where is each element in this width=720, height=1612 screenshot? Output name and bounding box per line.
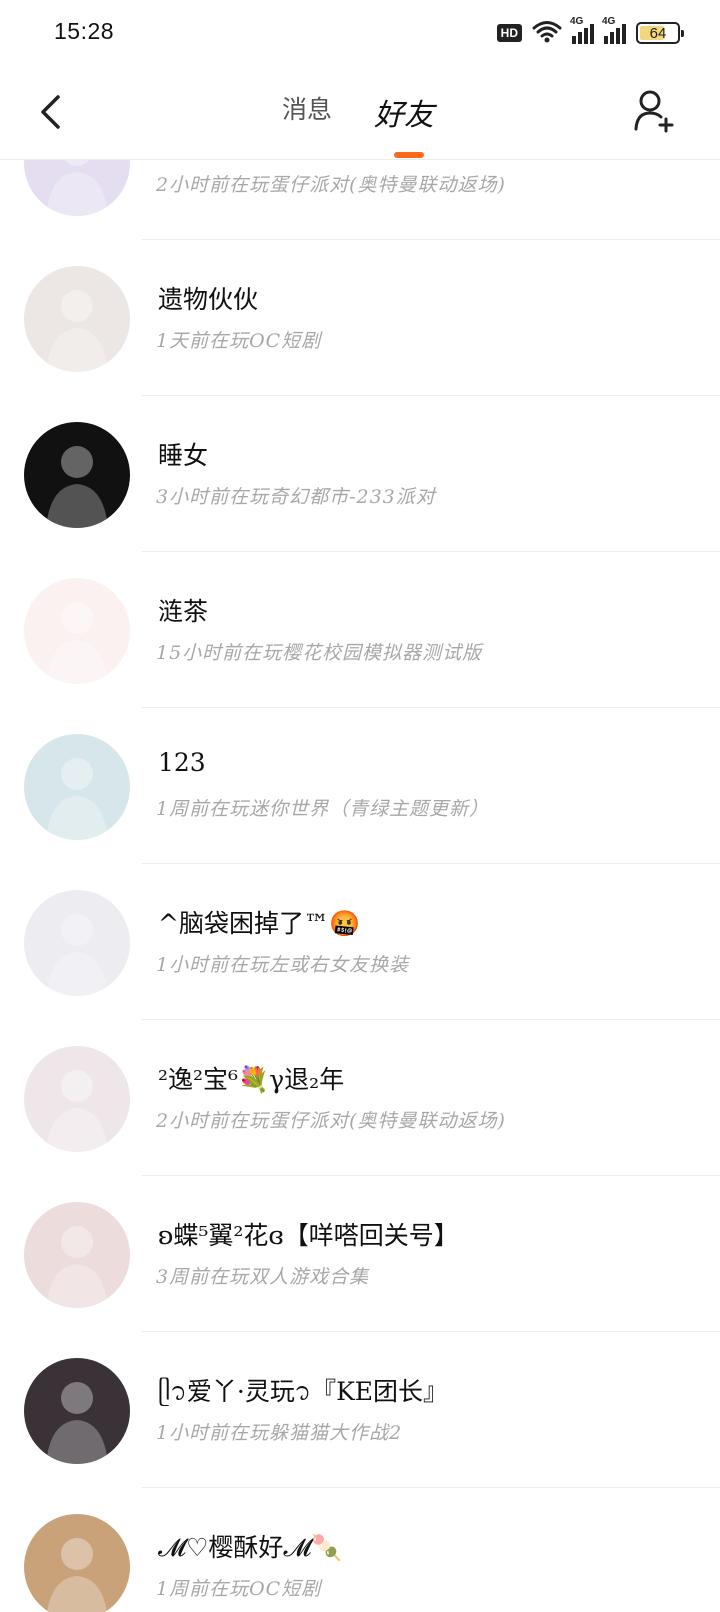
friend-activity: 1周前在玩迷你世界（青绿主题更新）: [156, 798, 490, 820]
avatar[interactable]: [24, 422, 130, 528]
friend-name: 123: [158, 748, 206, 777]
avatar[interactable]: [24, 734, 130, 840]
friend-name: 遗物伙伙: [158, 285, 259, 314]
avatar[interactable]: [24, 160, 130, 216]
avatar[interactable]: [24, 890, 130, 996]
add-friend-button[interactable]: [630, 86, 680, 136]
avatar[interactable]: [24, 266, 130, 372]
friend-item[interactable]: 涟茶 15小时前在玩樱花校园模拟器测试版: [0, 552, 720, 708]
friend-activity: 1周前在玩OC短剧: [156, 1578, 322, 1600]
friend-item[interactable]: 𝓜♡樱酥好𝓜🍡 1周前在玩OC短剧: [0, 1488, 720, 1612]
signal-icon: 4G: [570, 16, 594, 44]
avatar[interactable]: [24, 1514, 130, 1612]
friend-name: 涟茶: [158, 597, 209, 626]
friend-list[interactable]: 2小时前在玩蛋仔派对(奥特曼联动返场) 遗物伙伙 1天前在玩OC短剧 睡女 3小…: [0, 160, 720, 1612]
hd-badge: HD: [496, 24, 522, 42]
add-user-icon: [634, 90, 674, 133]
friend-name: 𝓜♡樱酥好𝓜🍡: [158, 1533, 343, 1562]
friend-name: ᥫ᭡爱丫·灵玩᭡『KE团长』: [158, 1377, 448, 1406]
back-button[interactable]: [30, 90, 70, 134]
avatar[interactable]: [24, 1046, 130, 1152]
chevron-left-icon: [41, 95, 60, 129]
wifi-icon: [532, 19, 562, 47]
tab-friends[interactable]: 好友: [374, 90, 434, 134]
friend-item[interactable]: ʚ蝶⁵翼²花ɞ【咩嗒回关号】 3周前在玩双人游戏合集: [0, 1176, 720, 1332]
friend-activity: 3小时前在玩奇幻都市-233派对: [156, 486, 436, 508]
friend-name: ^脑袋困掉了™🤬: [158, 909, 361, 938]
nav-bar: 消息 好友: [0, 66, 720, 160]
status-icons: HD 4G 4G 64: [496, 16, 684, 47]
friend-item[interactable]: ²逸²宝⁶💐γ退₂年 2小时前在玩蛋仔派对(奥特曼联动返场): [0, 1020, 720, 1176]
friend-activity: 1小时前在玩左或右女友换装: [156, 954, 410, 976]
friend-activity: 1天前在玩OC短剧: [156, 330, 322, 352]
friend-item[interactable]: 遗物伙伙 1天前在玩OC短剧: [0, 240, 720, 396]
friend-activity: 1小时前在玩躲猫猫大作战2: [156, 1422, 403, 1444]
friend-activity: 15小时前在玩樱花校园模拟器测试版: [156, 642, 483, 664]
active-tab-indicator: [394, 152, 424, 158]
friend-name: ²逸²宝⁶💐γ退₂年: [158, 1065, 345, 1094]
friend-item[interactable]: 睡女 3小时前在玩奇幻都市-233派对: [0, 396, 720, 552]
status-time: 15:28: [54, 18, 115, 44]
tab-messages[interactable]: 消息: [282, 90, 332, 126]
friend-activity: 2小时前在玩蛋仔派对(奥特曼联动返场): [156, 1110, 506, 1132]
friend-item[interactable]: 2小时前在玩蛋仔派对(奥特曼联动返场): [0, 160, 720, 240]
avatar[interactable]: [24, 1358, 130, 1464]
friend-activity: 2小时前在玩蛋仔派对(奥特曼联动返场): [156, 174, 506, 196]
avatar[interactable]: [24, 578, 130, 684]
avatar[interactable]: [24, 1202, 130, 1308]
status-bar: 15:28 HD 4G 4G 64: [0, 0, 720, 66]
friend-item[interactable]: ^脑袋困掉了™🤬 1小时前在玩左或右女友换装: [0, 864, 720, 1020]
friend-item[interactable]: ᥫ᭡爱丫·灵玩᭡『KE团长』 1小时前在玩躲猫猫大作战2: [0, 1332, 720, 1488]
friend-item[interactable]: 123 1周前在玩迷你世界（青绿主题更新）: [0, 708, 720, 864]
battery-icon: 64: [636, 22, 684, 44]
signal-icon-2: 4G: [602, 16, 626, 44]
friend-name: ʚ蝶⁵翼²花ɞ【咩嗒回关号】: [158, 1221, 459, 1250]
friend-name: 睡女: [158, 441, 209, 470]
friend-activity: 3周前在玩双人游戏合集: [156, 1266, 370, 1288]
battery-level: 64: [649, 24, 667, 42]
